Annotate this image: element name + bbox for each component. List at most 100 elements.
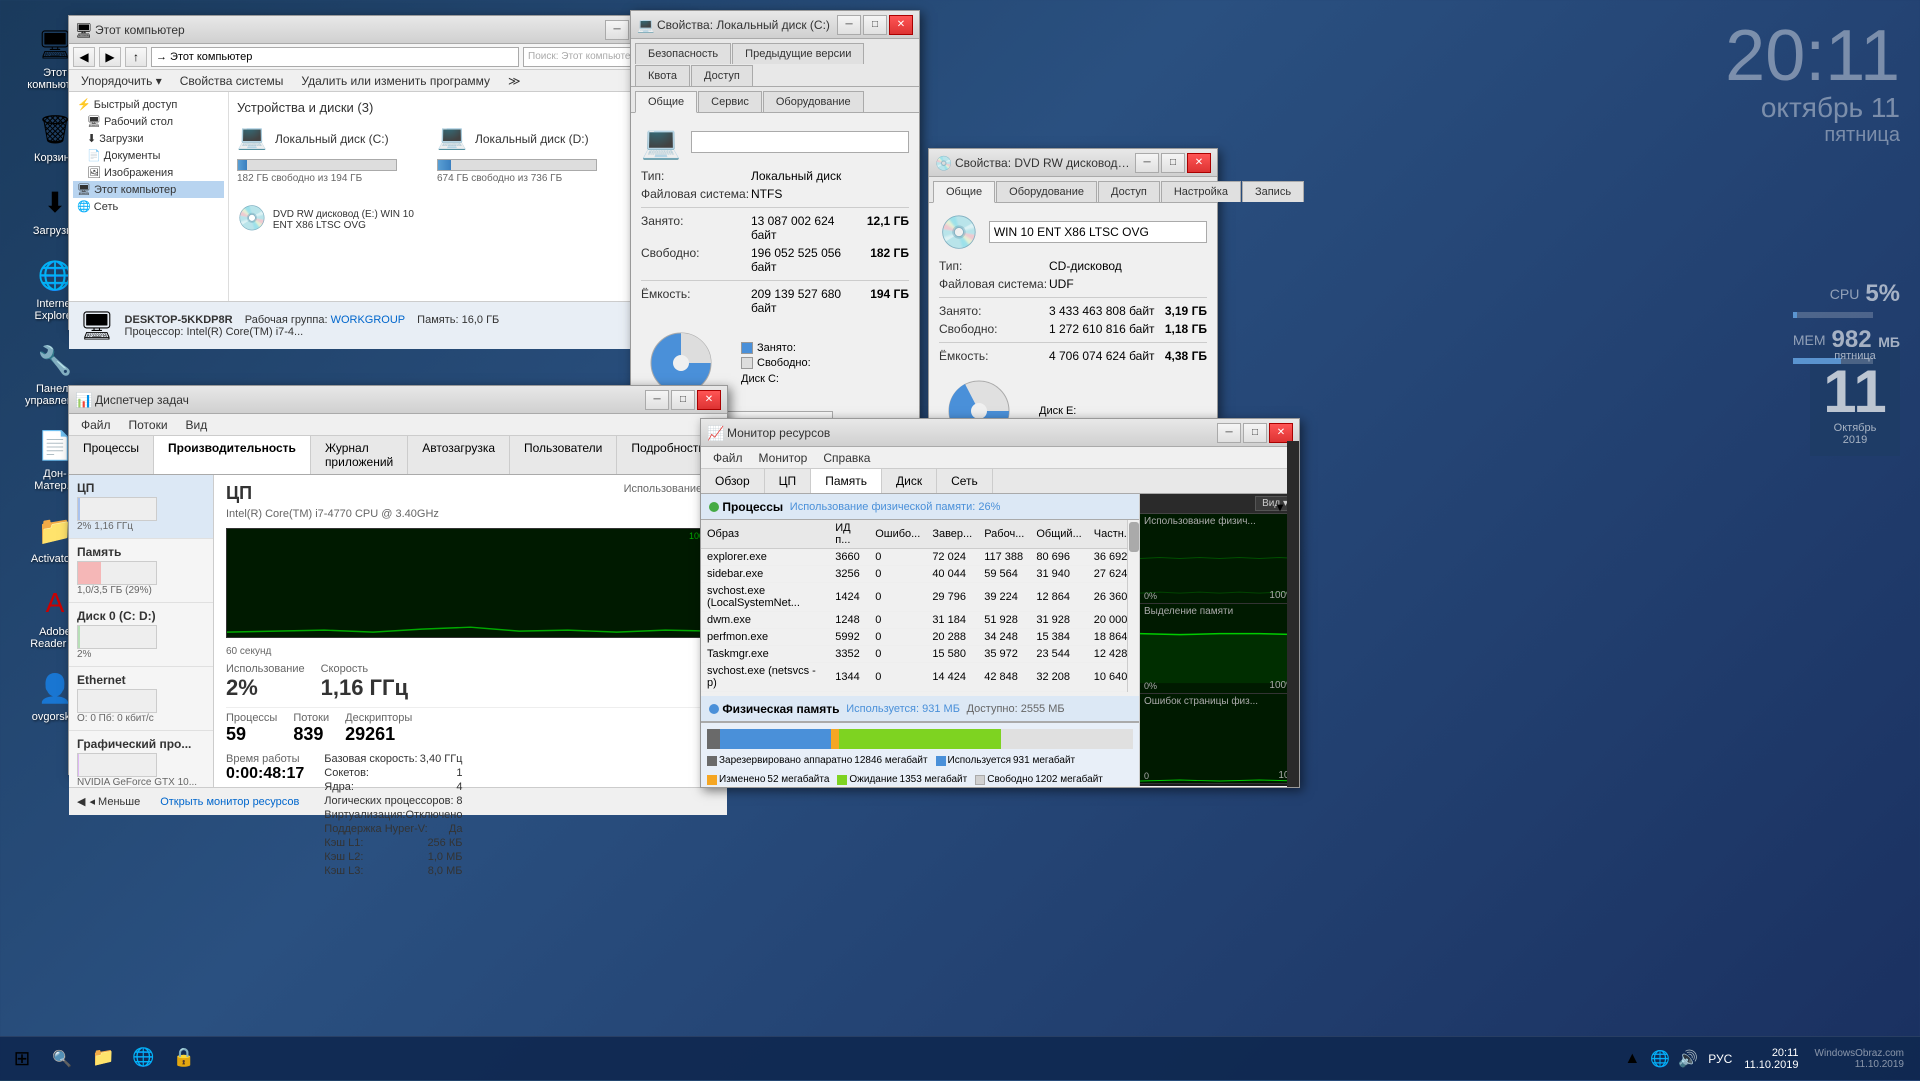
- table-row[interactable]: explorer.exe3660072 024117 38880 69636 6…: [701, 549, 1139, 566]
- ethernet-item-name: Ethernet: [77, 673, 205, 687]
- menu-uninstall[interactable]: Удалить или изменить программу: [293, 72, 498, 90]
- explorer-minimize[interactable]: ─: [605, 20, 629, 40]
- taskman-minimize[interactable]: ─: [645, 390, 669, 410]
- rm-menu-file[interactable]: Файл: [705, 449, 751, 467]
- sidebar-network[interactable]: 🌐 Сеть: [73, 198, 224, 215]
- tray-language[interactable]: РУС: [1704, 1052, 1736, 1066]
- dvd-tab-hardware[interactable]: Оборудование: [996, 181, 1097, 202]
- sidebar-quick-access[interactable]: ⚡ Быстрый доступ: [73, 96, 224, 113]
- sidebar-docs[interactable]: 📄 Документы: [73, 147, 224, 164]
- col-pid[interactable]: ИД п...: [829, 520, 869, 549]
- col-working[interactable]: Рабоч...: [978, 520, 1030, 549]
- table-row[interactable]: perfmon.exe5992020 28834 24815 38418 864: [701, 629, 1139, 646]
- dvd-tab-settings[interactable]: Настройка: [1161, 181, 1241, 202]
- taskman-maximize[interactable]: □: [671, 390, 695, 410]
- dvd-name-input[interactable]: [989, 221, 1207, 243]
- menu-file[interactable]: Файл: [73, 416, 119, 434]
- col-shared[interactable]: Общий...: [1030, 520, 1087, 549]
- tray-volume[interactable]: 🔊: [1676, 1047, 1700, 1071]
- list-item-memory[interactable]: Память 1,0/3,5 ГБ (29%): [69, 539, 213, 603]
- sidebar-downloads[interactable]: ⬇ Загрузки: [73, 130, 224, 147]
- col-commits[interactable]: Завер...: [926, 520, 978, 549]
- tab-autostart[interactable]: Автозагрузка: [408, 436, 510, 474]
- disk-props-minimize[interactable]: ─: [837, 15, 861, 35]
- tab-general[interactable]: Общие: [635, 91, 697, 113]
- dvd-close[interactable]: ✕: [1187, 153, 1211, 173]
- rm-menu-monitor[interactable]: Монитор: [751, 449, 816, 467]
- tab-app-history[interactable]: Журнал приложений: [311, 436, 408, 474]
- list-item-disk[interactable]: Диск 0 (C: D:) 2%: [69, 603, 213, 667]
- dvd-tab-general[interactable]: Общие: [933, 181, 995, 203]
- less-button[interactable]: ◀ ◂ Меньше: [77, 795, 140, 808]
- table-row[interactable]: dwm.exe1248031 18451 92831 92820 000: [701, 612, 1139, 629]
- graph-time-label: 60 секунд: [226, 646, 715, 657]
- taskbar-browser[interactable]: 🌐: [124, 1041, 162, 1077]
- drive-d: 💻 Локальный диск (D:) 674 ГБ свободно из…: [437, 123, 617, 184]
- tab-quota[interactable]: Квота: [635, 65, 690, 86]
- tab-processes[interactable]: Процессы: [69, 436, 154, 474]
- address-bar[interactable]: → Этот компьютер: [151, 47, 519, 67]
- tab-prev-versions[interactable]: Предыдущие версии: [732, 43, 864, 64]
- tray-clock[interactable]: 20:11 11.10.2019: [1740, 1047, 1802, 1071]
- col-faults[interactable]: Ошибо...: [869, 520, 926, 549]
- taskman-tabs: Процессы Производительность Журнал прило…: [69, 436, 727, 475]
- list-item-cpu[interactable]: ЦП 2% 1,16 ГГц: [69, 475, 213, 539]
- disk-name-input[interactable]: [691, 131, 909, 153]
- table-row[interactable]: svchost.exe (LocalSystemNet...1424029 79…: [701, 583, 1139, 612]
- sidebar-desktop[interactable]: 🖥 Рабочий стол: [73, 113, 224, 130]
- dvd-tab-record[interactable]: Запись: [1242, 181, 1304, 202]
- dvd-maximize[interactable]: □: [1161, 153, 1185, 173]
- back-button[interactable]: ◀: [73, 47, 95, 67]
- table-row[interactable]: sidebar.exe3256040 04459 56431 94027 624: [701, 566, 1139, 583]
- dvd-minimize[interactable]: ─: [1135, 153, 1159, 173]
- sidebar-computer[interactable]: 🖥 Этот компьютер: [73, 181, 224, 198]
- list-item-ethernet[interactable]: Ethernet О: 0 Пб: 0 кбит/c: [69, 667, 213, 731]
- taskbar-file-explorer[interactable]: 📁: [84, 1041, 122, 1077]
- rm-tab-disk[interactable]: Диск: [882, 469, 937, 493]
- resmon-maximize[interactable]: □: [1243, 423, 1267, 443]
- disk-capacity-row: Ёмкость: 209 139 527 680 байт 194 ГБ: [641, 287, 909, 315]
- rm-menu-help[interactable]: Справка: [815, 449, 878, 467]
- table-row[interactable]: svchost.exe (netsvcs -p)1344014 42442 84…: [701, 663, 1139, 692]
- tab-users[interactable]: Пользователи: [510, 436, 617, 474]
- taskman-close[interactable]: ✕: [697, 390, 721, 410]
- resmon-close[interactable]: ✕: [1269, 423, 1293, 443]
- tab-performance[interactable]: Производительность: [154, 436, 311, 474]
- search-button[interactable]: 🔍: [44, 1041, 80, 1077]
- sidebar-images[interactable]: 🖼 Изображения: [73, 164, 224, 181]
- threads-value: 839: [293, 724, 329, 745]
- disk-free-gb: 182 ГБ: [870, 246, 909, 274]
- tray-chevron[interactable]: ▲: [1620, 1047, 1644, 1071]
- menu-sys-props[interactable]: Свойства системы: [172, 72, 292, 90]
- taskbar-security[interactable]: 🔒: [165, 1041, 203, 1077]
- rm-tab-overview[interactable]: Обзор: [701, 469, 765, 493]
- table-row[interactable]: Taskmgr.exe3352015 58035 97223 54412 428: [701, 646, 1139, 663]
- tab-access[interactable]: Доступ: [691, 65, 753, 86]
- monitor-link[interactable]: Открыть монитор ресурсов: [160, 796, 299, 808]
- resmon-scrollbar[interactable]: [1287, 494, 1299, 786]
- disk-props-close[interactable]: ✕: [889, 15, 913, 35]
- forward-button[interactable]: ▶: [99, 47, 121, 67]
- resmon-minimize[interactable]: ─: [1217, 423, 1241, 443]
- tray-network[interactable]: 🌐: [1648, 1047, 1672, 1071]
- menu-threads[interactable]: Потоки: [121, 416, 176, 434]
- up-button[interactable]: ↑: [125, 47, 147, 67]
- rm-tab-cpu[interactable]: ЦП: [765, 469, 812, 493]
- start-button[interactable]: ⊞: [0, 1037, 44, 1081]
- rm-tab-network[interactable]: Сеть: [937, 469, 993, 493]
- tab-security[interactable]: Безопасность: [635, 43, 731, 64]
- dvd-used-bytes: 3 433 463 808 байт: [1049, 304, 1161, 318]
- taskbar-search-icon: 🔍: [52, 1049, 72, 1069]
- disk-props-maximize[interactable]: □: [863, 15, 887, 35]
- tab-hardware[interactable]: Оборудование: [763, 91, 864, 112]
- processes-scrollbar[interactable]: [1127, 520, 1139, 692]
- list-item-gpu[interactable]: Графический про... NVIDIA GeForce GTX 10…: [69, 731, 213, 787]
- menu-view[interactable]: Вид: [178, 416, 216, 434]
- rm-tab-memory[interactable]: Память: [811, 469, 882, 493]
- dvd-fs-row: Файловая система: UDF: [939, 277, 1207, 291]
- menu-organize[interactable]: Упорядочить ▾: [73, 72, 170, 90]
- menu-more[interactable]: ≫: [500, 72, 529, 90]
- tab-service[interactable]: Сервис: [698, 91, 762, 112]
- dvd-tab-access[interactable]: Доступ: [1098, 181, 1160, 202]
- col-image[interactable]: Образ: [701, 520, 829, 549]
